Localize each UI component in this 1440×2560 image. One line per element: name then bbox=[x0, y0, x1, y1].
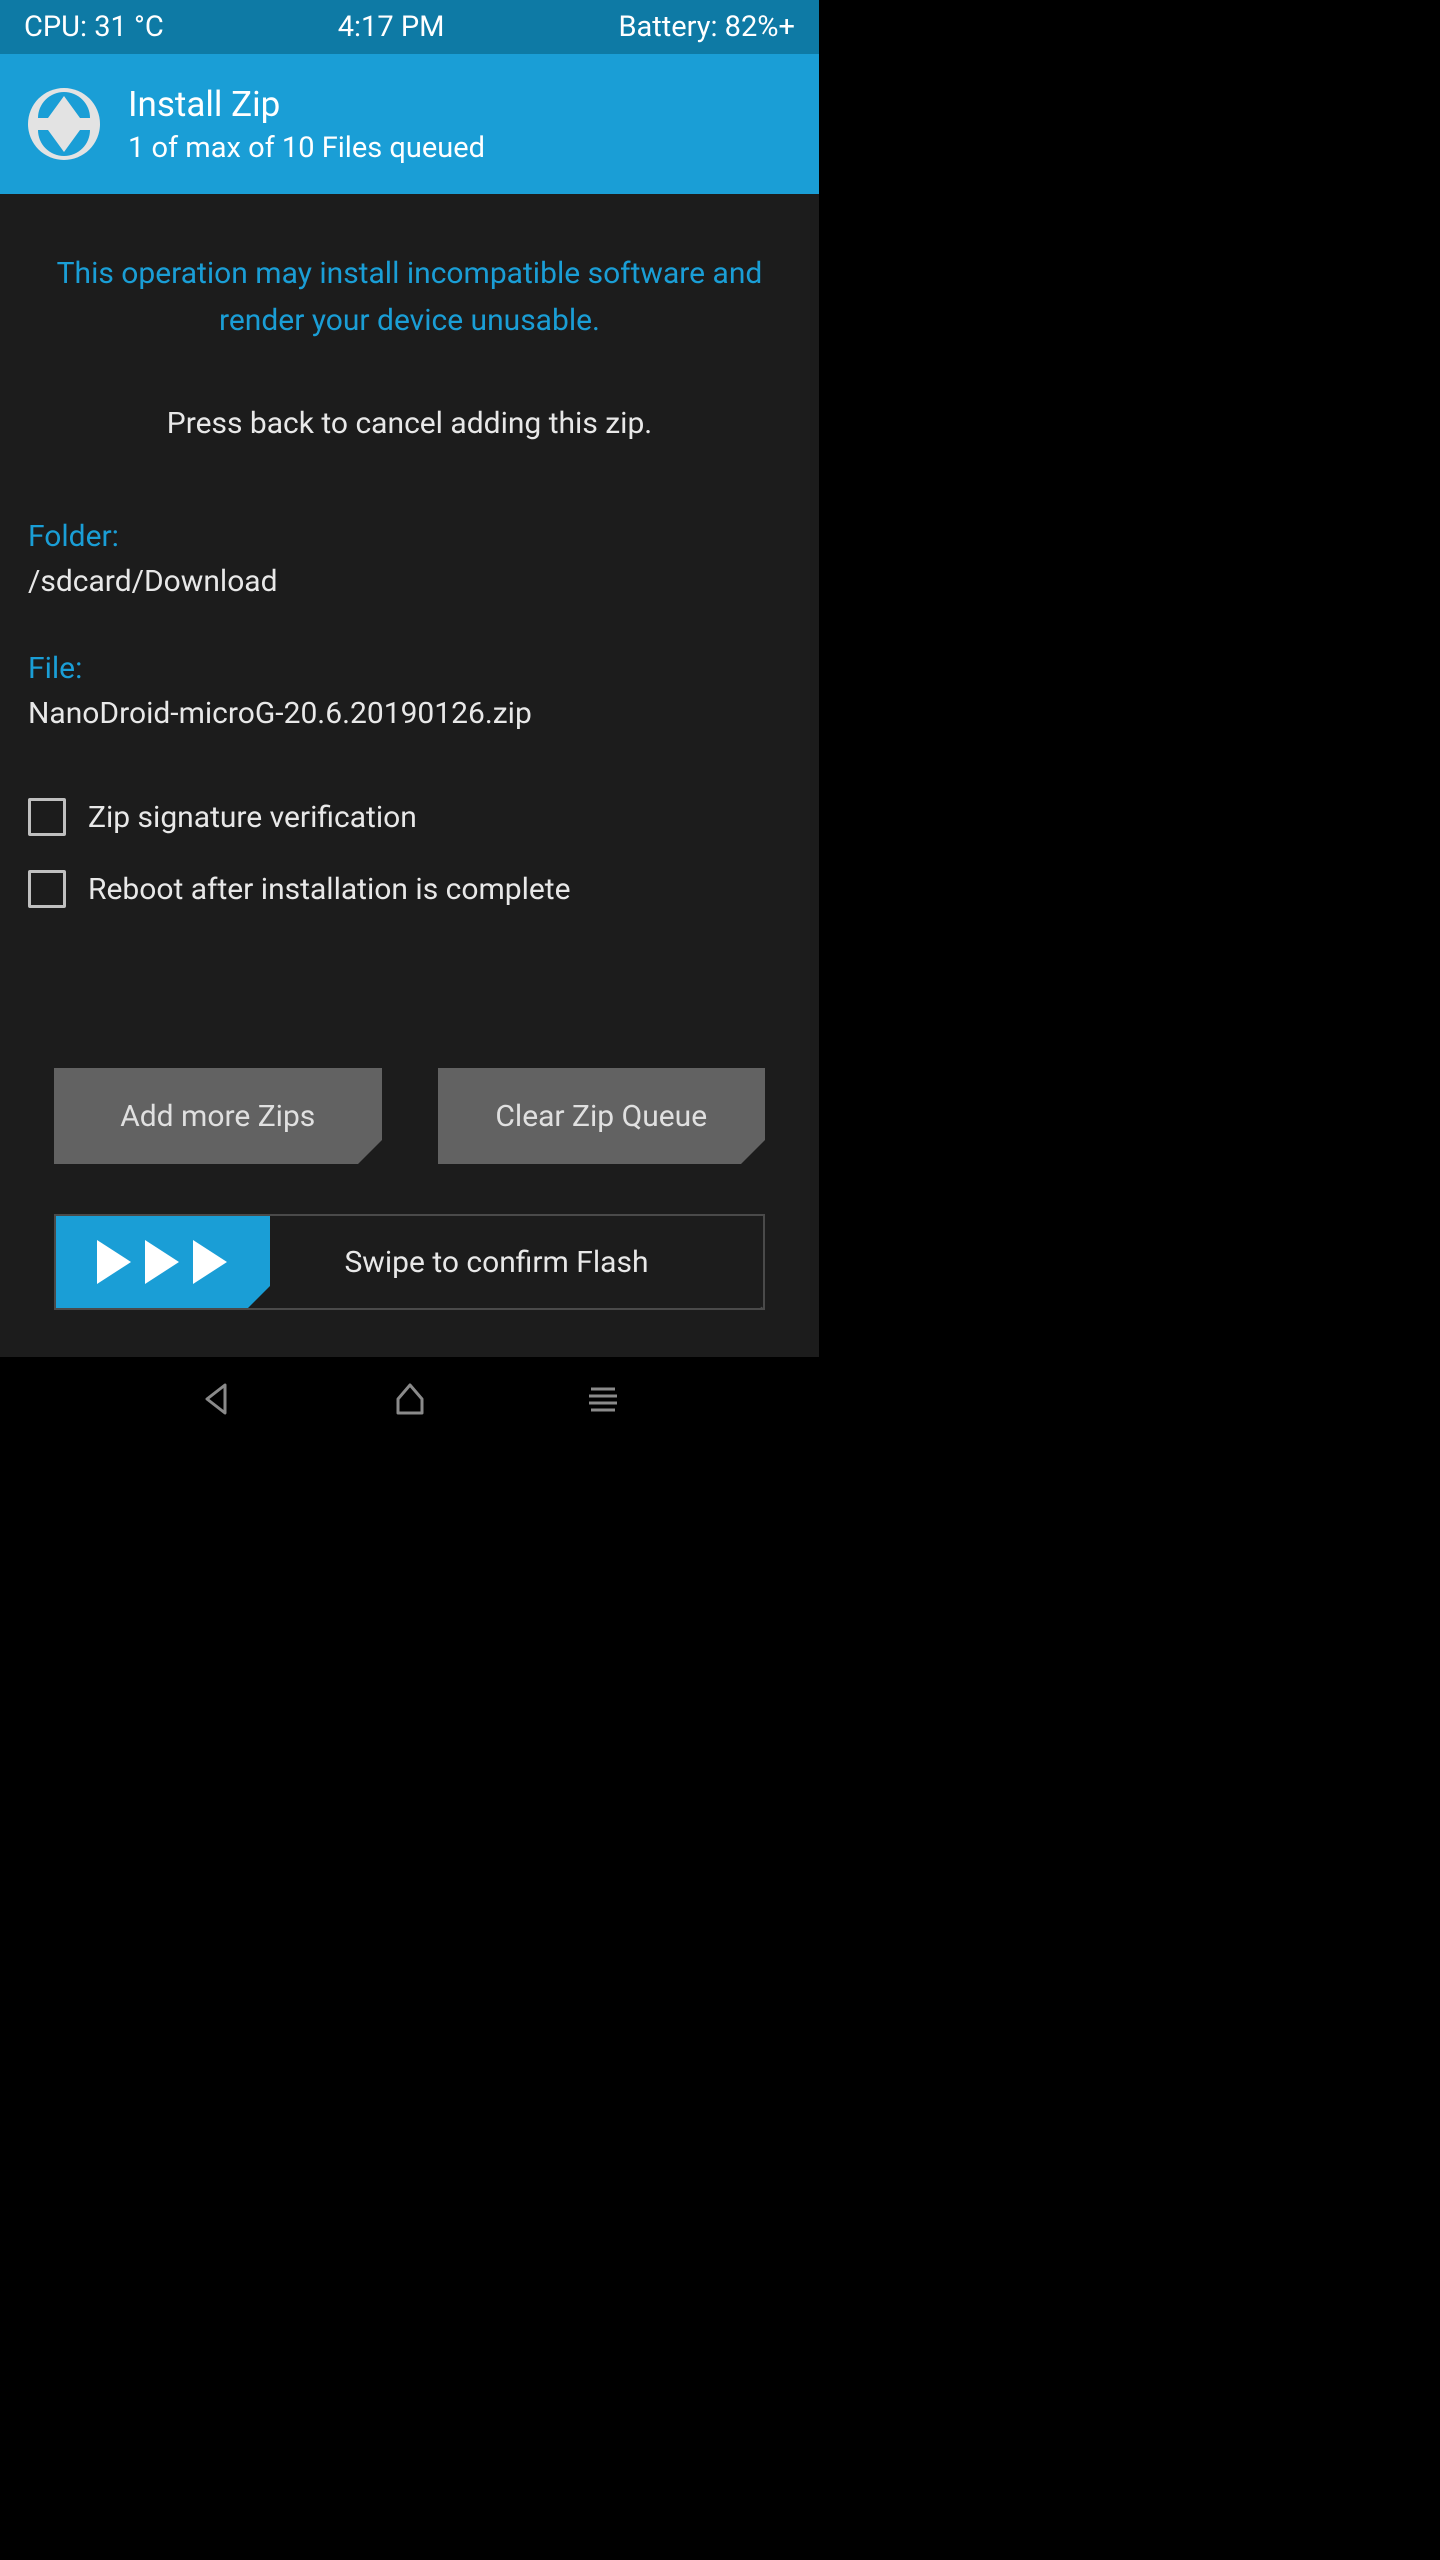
arrow-icon bbox=[97, 1240, 131, 1284]
button-label: Clear Zip Queue bbox=[495, 1099, 707, 1134]
back-button[interactable] bbox=[195, 1377, 239, 1421]
instruction-text: Press back to cancel adding this zip. bbox=[28, 344, 791, 441]
file-value: NanoDroid-microG-20.6.20190126.zip bbox=[28, 686, 791, 731]
checkbox-label: Reboot after installation is complete bbox=[88, 872, 571, 907]
twrp-logo-icon bbox=[28, 88, 100, 160]
page-subtitle: 1 of max of 10 Files queued bbox=[128, 131, 485, 165]
reboot-after-checkbox[interactable]: Reboot after installation is complete bbox=[28, 853, 791, 925]
slider-label: Swipe to confirm Flash bbox=[270, 1245, 763, 1280]
main-content: This operation may install incompatible … bbox=[0, 194, 819, 1357]
zip-signature-checkbox[interactable]: Zip signature verification bbox=[28, 781, 791, 853]
recent-button[interactable] bbox=[581, 1377, 625, 1421]
navbar bbox=[0, 1357, 819, 1440]
checkbox-icon bbox=[28, 798, 66, 836]
statusbar: CPU: 31 °C 4:17 PM Battery: 82%+ bbox=[0, 0, 819, 54]
page-header: Install Zip 1 of max of 10 Files queued bbox=[0, 54, 819, 194]
arrow-icon bbox=[193, 1240, 227, 1284]
checkbox-label: Zip signature verification bbox=[88, 800, 417, 835]
page-title: Install Zip bbox=[128, 84, 485, 125]
home-button[interactable] bbox=[388, 1377, 432, 1421]
button-label: Add more Zips bbox=[120, 1099, 315, 1134]
battery-status: Battery: 82%+ bbox=[618, 10, 795, 44]
clock: 4:17 PM bbox=[338, 10, 445, 44]
clear-zip-queue-button[interactable]: Clear Zip Queue bbox=[438, 1068, 766, 1164]
folder-label: Folder: bbox=[28, 519, 791, 554]
slider-handle[interactable] bbox=[54, 1214, 270, 1310]
warning-text: This operation may install incompatible … bbox=[28, 194, 791, 344]
arrow-icon bbox=[145, 1240, 179, 1284]
file-label: File: bbox=[28, 651, 791, 686]
checkbox-icon bbox=[28, 870, 66, 908]
folder-value: /sdcard/Download bbox=[28, 554, 791, 599]
cpu-temp: CPU: 31 °C bbox=[24, 10, 164, 44]
swipe-slider[interactable]: Swipe to confirm Flash bbox=[54, 1214, 765, 1310]
add-more-zips-button[interactable]: Add more Zips bbox=[54, 1068, 382, 1164]
